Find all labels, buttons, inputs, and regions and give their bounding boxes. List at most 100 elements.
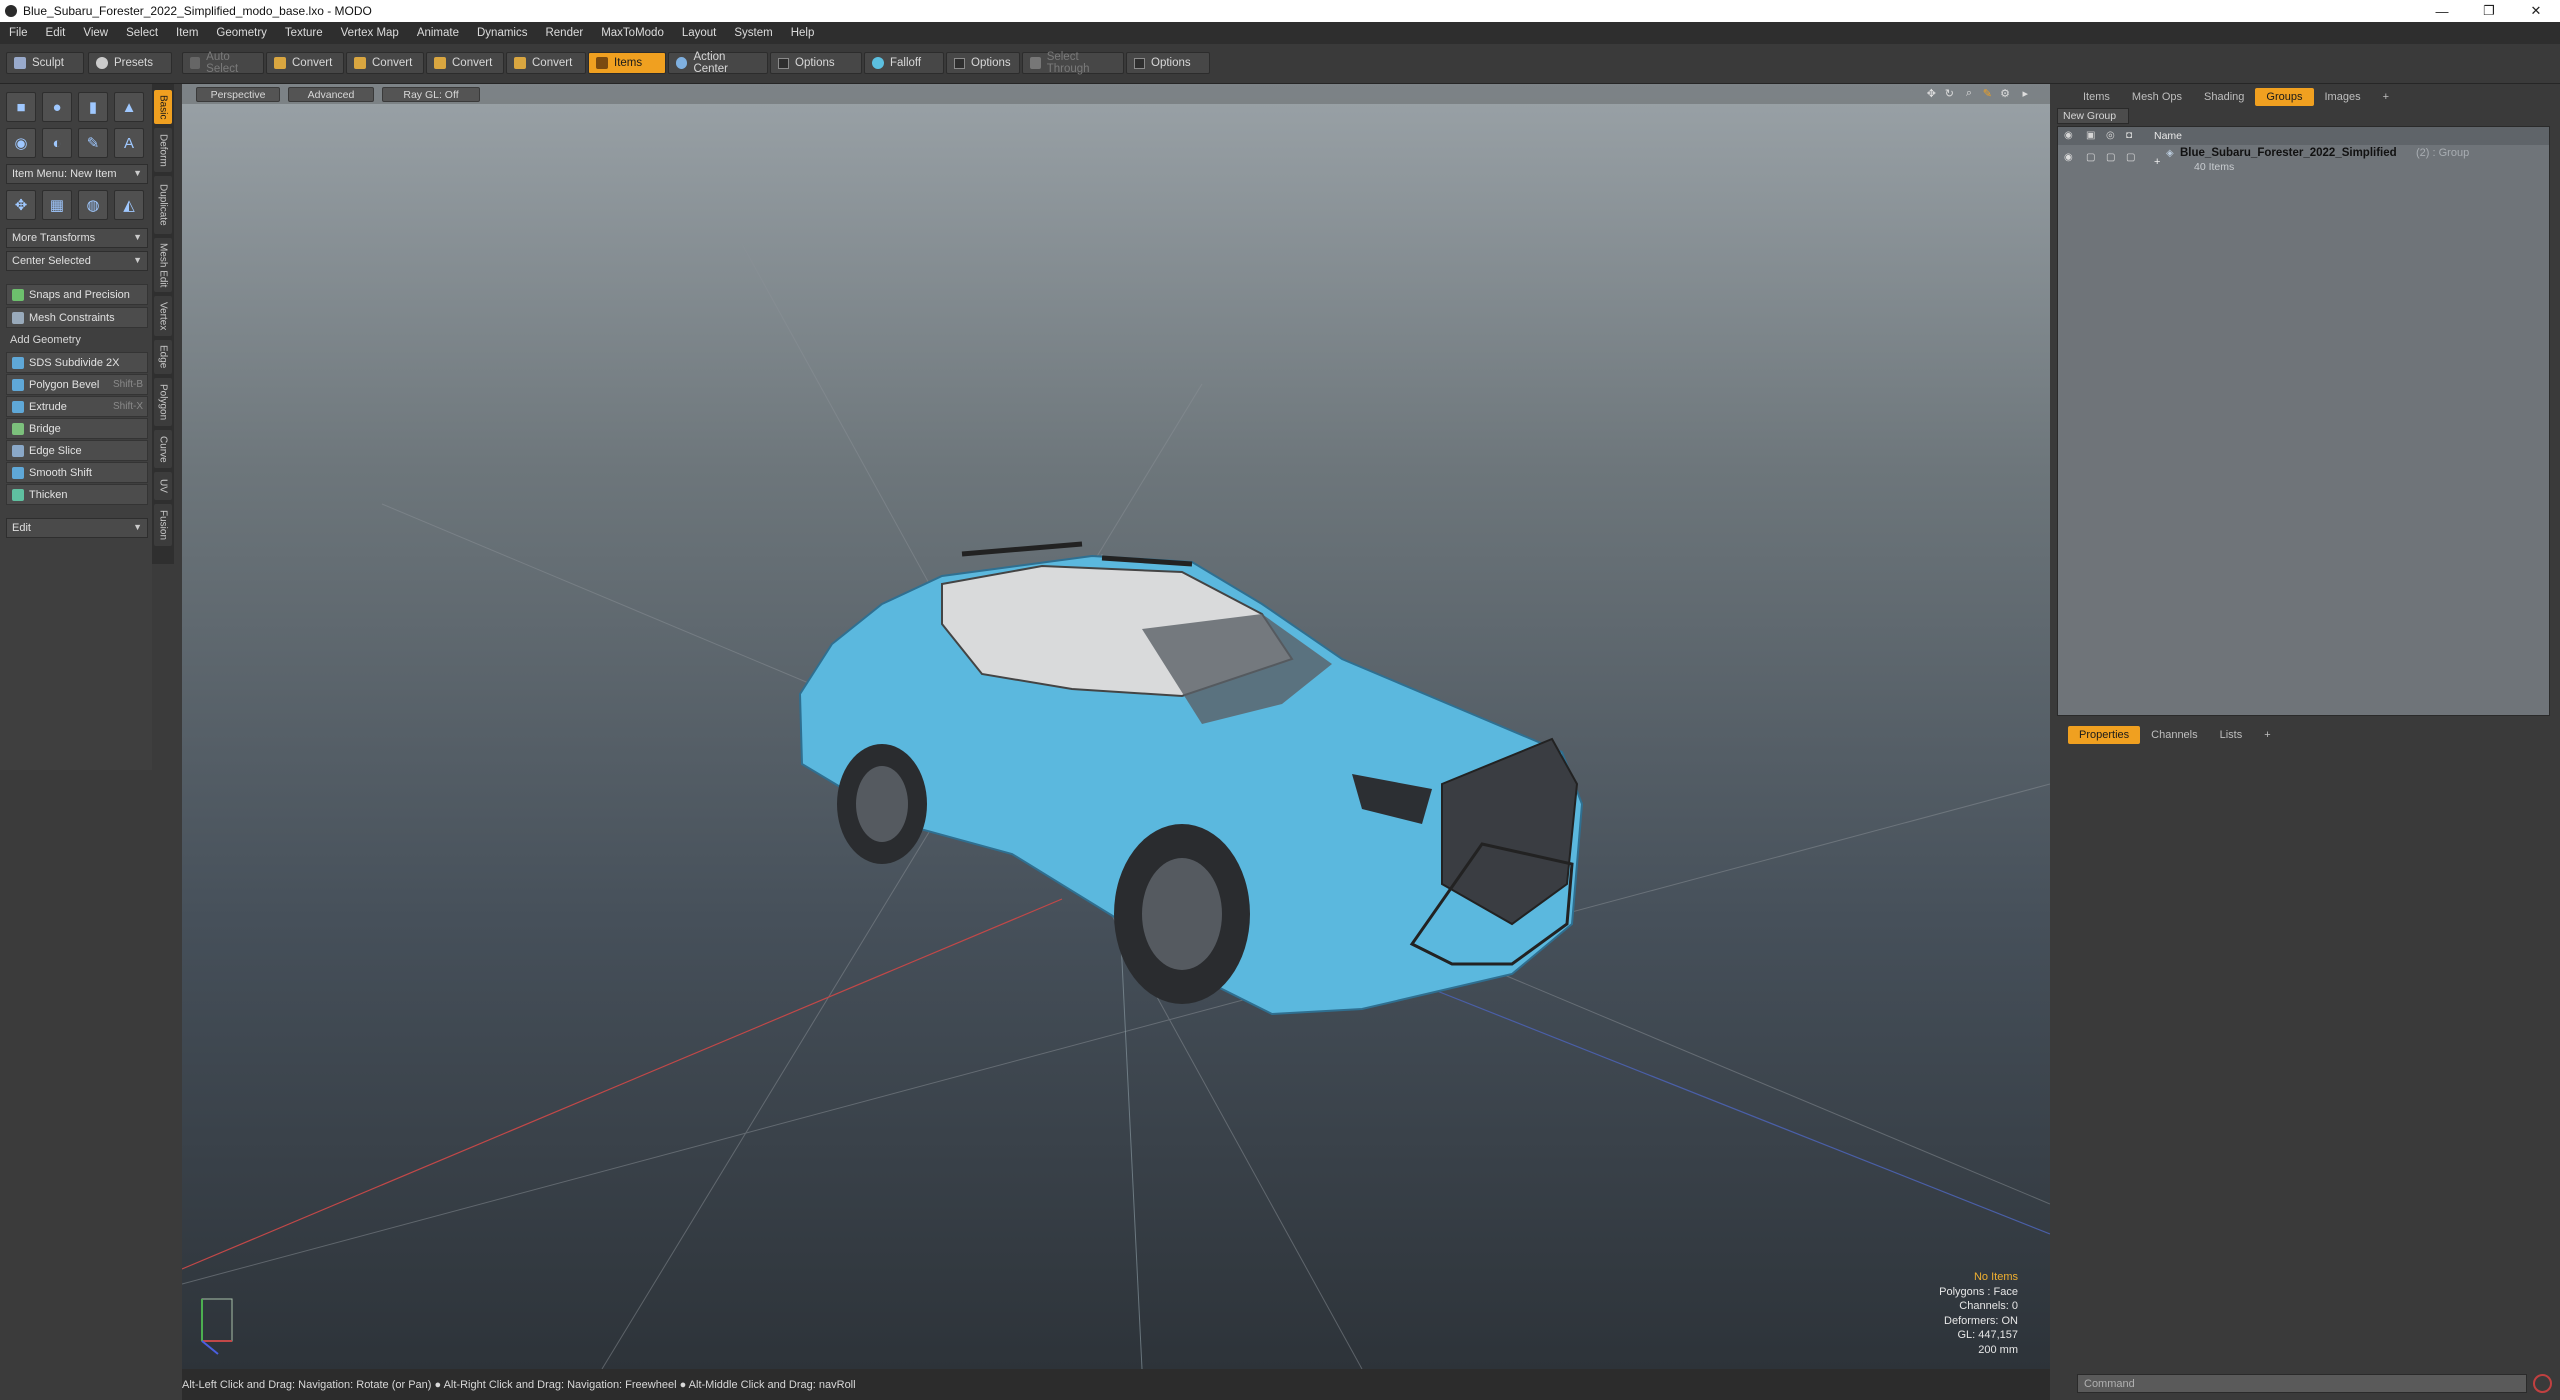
cylinder-icon[interactable]: ▮ — [78, 92, 108, 122]
center-selected-dropdown[interactable]: Center Selected ▼ — [6, 251, 148, 271]
vtab-edge[interactable]: Edge — [154, 340, 172, 374]
raygl-button[interactable]: Ray GL: Off — [382, 87, 480, 102]
convert-button-4[interactable]: Convert — [506, 52, 586, 74]
edit-dropdown[interactable]: Edit ▼ — [6, 518, 148, 538]
tab-images[interactable]: Images — [2314, 88, 2372, 106]
vtab-vertex[interactable]: Vertex — [154, 296, 172, 336]
zoom-icon[interactable]: ⌕ — [1966, 87, 1972, 100]
options-button-1[interactable]: Options — [770, 52, 862, 74]
capsule-icon[interactable]: ◐ — [42, 128, 72, 158]
auto-select-button[interactable]: Auto Select — [182, 51, 264, 75]
tab-channels[interactable]: Channels — [2140, 726, 2208, 744]
perspective-icon[interactable]: ◭ — [114, 190, 144, 220]
vtab-curve[interactable]: Curve — [154, 430, 172, 468]
chevron-right-icon[interactable]: ▸ — [2022, 87, 2028, 100]
command-input[interactable]: Command — [2077, 1374, 2527, 1393]
close-button[interactable]: ✕ — [2514, 0, 2558, 22]
tab-mesh-ops[interactable]: Mesh Ops — [2121, 88, 2193, 106]
new-group-button[interactable]: New Group — [2057, 108, 2129, 124]
car-model[interactable] — [798, 541, 1584, 1016]
menu-geometry[interactable]: Geometry — [207, 27, 276, 39]
advanced-button[interactable]: Advanced — [288, 87, 374, 102]
tab-groups[interactable]: Groups — [2255, 88, 2314, 106]
lock-toggle-icon[interactable]: ▢ — [2086, 152, 2095, 163]
grid-icon[interactable]: ▦ — [42, 190, 72, 220]
vtab-basic[interactable]: Basic — [154, 90, 172, 124]
eye-icon[interactable]: ◉ — [2064, 130, 2073, 141]
options-checkbox[interactable] — [954, 57, 965, 69]
item-menu-dropdown[interactable]: Item Menu: New Item ▼ — [6, 164, 148, 184]
presets-button[interactable]: Presets — [88, 52, 172, 74]
options-button-3[interactable]: Options — [1126, 52, 1210, 74]
select-toggle-icon[interactable]: ▢ — [2126, 152, 2135, 163]
snaps-precision-button[interactable]: Snaps and Precision — [6, 284, 148, 305]
3d-viewport[interactable]: Perspective Advanced Ray GL: Off ✥ ↻ ⌕ ✎… — [182, 84, 2050, 1369]
expand-icon[interactable]: + — [2154, 156, 2160, 168]
menu-select[interactable]: Select — [117, 27, 167, 39]
transform-icon[interactable]: ✥ — [6, 190, 36, 220]
perspective-button[interactable]: Perspective — [196, 87, 280, 102]
minimize-button[interactable]: — — [2420, 0, 2464, 22]
falloff-button[interactable]: Falloff — [864, 52, 944, 74]
lock-icon[interactable]: ▣ — [2086, 130, 2095, 141]
render-icon[interactable]: ◎ — [2106, 130, 2115, 141]
menu-system[interactable]: System — [725, 27, 781, 39]
menu-file[interactable]: File — [0, 27, 37, 39]
action-center-button[interactable]: Action Center — [668, 51, 768, 75]
group-row[interactable]: ◉ ▢ ▢ ▢ + ◈ Blue_Subaru_Forester_2022_Si… — [2058, 147, 2549, 177]
options-checkbox[interactable] — [1134, 57, 1145, 69]
menu-help[interactable]: Help — [782, 27, 824, 39]
tool-thicken[interactable]: Thicken — [6, 484, 148, 505]
tab-items[interactable]: Items — [2072, 88, 2121, 106]
select-icon[interactable]: ◘ — [2126, 130, 2132, 141]
more-transforms-dropdown[interactable]: More Transforms ▼ — [6, 228, 148, 248]
torus-icon[interactable]: ◉ — [6, 128, 36, 158]
text-icon[interactable]: A — [114, 128, 144, 158]
select-through-button[interactable]: Select Through — [1022, 51, 1124, 75]
cube-icon[interactable]: ■ — [6, 92, 36, 122]
sculpt-button[interactable]: Sculpt — [6, 52, 84, 74]
menu-edit[interactable]: Edit — [37, 27, 75, 39]
tab-properties[interactable]: Properties — [2068, 726, 2141, 744]
tool-sds-subdivide[interactable]: SDS Subdivide 2X — [6, 352, 148, 373]
add-bottom-tab-button[interactable]: + — [2253, 726, 2281, 744]
menu-dynamics[interactable]: Dynamics — [468, 27, 536, 39]
vtab-duplicate[interactable]: Duplicate — [154, 176, 172, 234]
tool-polygon-bevel[interactable]: Polygon Bevel Shift-B — [6, 374, 148, 395]
vtab-uv[interactable]: UV — [154, 472, 172, 500]
convert-button-2[interactable]: Convert — [346, 52, 424, 74]
tab-lists[interactable]: Lists — [2209, 726, 2254, 744]
sphere-icon[interactable]: ● — [42, 92, 72, 122]
add-geometry-section[interactable]: Add Geometry — [6, 331, 148, 349]
name-column-header[interactable]: Name — [2154, 130, 2182, 142]
tab-shading[interactable]: Shading — [2193, 88, 2255, 106]
menu-maxtomodo[interactable]: MaxToModo — [592, 27, 673, 39]
render-toggle-icon[interactable]: ▢ — [2106, 152, 2115, 163]
tool-extrude[interactable]: Extrude Shift-X — [6, 396, 148, 417]
options-button-2[interactable]: Options — [946, 52, 1020, 74]
menu-animate[interactable]: Animate — [408, 27, 468, 39]
restore-button[interactable]: ❐ — [2467, 0, 2511, 22]
convert-button-1[interactable]: Convert — [266, 52, 344, 74]
pen-icon[interactable]: ✎ — [78, 128, 108, 158]
menu-texture[interactable]: Texture — [276, 27, 332, 39]
menu-render[interactable]: Render — [536, 27, 592, 39]
globe-icon[interactable]: ◍ — [78, 190, 108, 220]
menu-vertex-map[interactable]: Vertex Map — [332, 27, 408, 39]
rotate-icon[interactable]: ↻ — [1945, 87, 1954, 100]
tool-smooth-shift[interactable]: Smooth Shift — [6, 462, 148, 483]
items-mode-button[interactable]: Items — [588, 52, 666, 74]
visibility-icon[interactable]: ◉ — [2064, 152, 2073, 163]
brush-icon[interactable]: ✎ — [1983, 87, 1992, 100]
mesh-constraints-button[interactable]: Mesh Constraints — [6, 307, 148, 328]
cone-icon[interactable]: ▲ — [114, 92, 144, 122]
record-icon[interactable] — [2533, 1374, 2552, 1393]
tool-edge-slice[interactable]: Edge Slice — [6, 440, 148, 461]
add-tab-button[interactable]: + — [2372, 88, 2400, 106]
convert-button-3[interactable]: Convert — [426, 52, 504, 74]
menu-layout[interactable]: Layout — [673, 27, 726, 39]
options-checkbox[interactable] — [778, 57, 789, 69]
vtab-polygon[interactable]: Polygon — [154, 378, 172, 426]
vtab-mesh-edit[interactable]: Mesh Edit — [154, 238, 172, 292]
vtab-fusion[interactable]: Fusion — [154, 504, 172, 546]
